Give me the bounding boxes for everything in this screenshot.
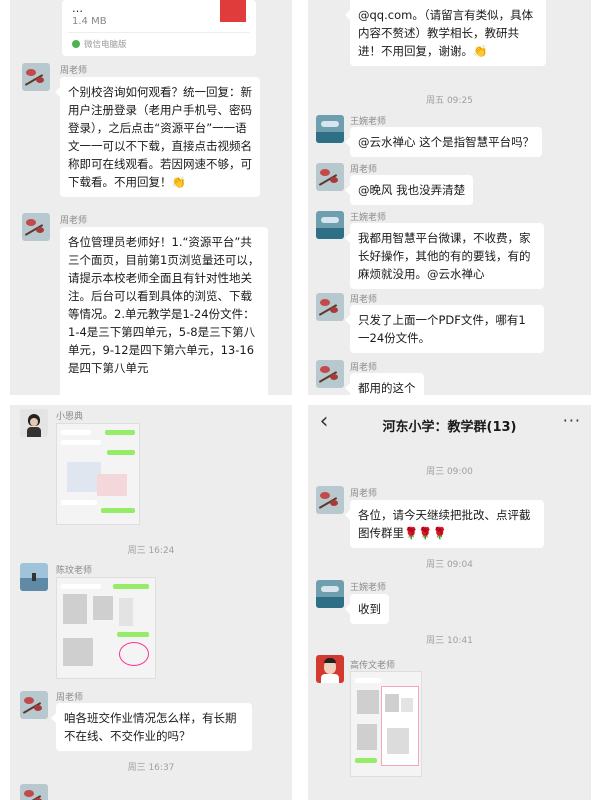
avatar-wangwan[interactable] bbox=[316, 580, 344, 608]
avatar-zhou[interactable] bbox=[316, 486, 344, 514]
chat-panel-1: … 1.4 MB 微信电脑版 周老师 个别校咨询如何观看？统一回复：新用户注册登… bbox=[10, 0, 292, 395]
avatar-wangwan[interactable] bbox=[316, 115, 344, 143]
message-bubble[interactable]: @晚风 我也没弄清楚 bbox=[344, 175, 474, 205]
timestamp: 周三 09:00 bbox=[426, 467, 473, 477]
chat-title: 河东小学：教学群(13) bbox=[382, 420, 517, 435]
message-bubble[interactable]: 咱各班交作业情况怎么样，有长期不在线、不交作业的吗？ bbox=[51, 703, 252, 751]
chat-header: ‹ 河东小学：教学群(13) ··· bbox=[308, 405, 591, 443]
avatar-chenwen[interactable] bbox=[20, 563, 48, 591]
avatar-xiaoendian[interactable] bbox=[20, 409, 48, 437]
message-bubble[interactable]: @云水禅心 这个是指智慧平台吗？ bbox=[344, 127, 543, 157]
image-message[interactable] bbox=[350, 671, 422, 777]
file-size: 1.4 MB bbox=[72, 16, 107, 27]
sender-name: 周老师 bbox=[350, 489, 378, 499]
sender-name: 王婉老师 bbox=[350, 213, 387, 223]
sender-name: 周老师 bbox=[60, 216, 88, 226]
timestamp: 周三 16:37 bbox=[127, 763, 175, 773]
chat-panel-3: 小恩典 周三 16:24 陈玟老师 周老师 咱各班交作业情况怎么样，有长期不在线… bbox=[10, 405, 292, 800]
message-bubble[interactable]: 只发了上面一个PDF文件，哪有1一24份文件。 bbox=[345, 305, 544, 353]
avatar-zhou[interactable] bbox=[20, 691, 48, 719]
sender-name: 王婉老师 bbox=[350, 583, 387, 593]
timestamp: 周五 09:25 bbox=[426, 96, 473, 106]
wechat-pc-icon bbox=[72, 40, 80, 48]
avatar-zhou[interactable] bbox=[316, 163, 344, 191]
timestamp: 周三 16:24 bbox=[127, 546, 175, 556]
image-message[interactable] bbox=[56, 423, 140, 525]
avatar-zhou[interactable] bbox=[316, 293, 344, 321]
avatar-zhou[interactable] bbox=[20, 784, 48, 800]
avatar-zhou[interactable] bbox=[316, 360, 344, 388]
message-bubble[interactable]: 都用的这个 bbox=[345, 373, 424, 395]
file-source: 微信电脑版 bbox=[84, 40, 127, 50]
chat-panel-2: @qq.com。（请留言有类似，具体内容不赘述）教学相长，教研共进！不用回复，谢… bbox=[308, 0, 591, 395]
message-bubble[interactable]: 各位管理员老师好！1.“资源平台”共三个面页，目前第1页浏览量还可以，请提示本校… bbox=[60, 227, 268, 395]
sender-name: 周老师 bbox=[60, 66, 88, 76]
file-message-card[interactable]: … 1.4 MB 微信电脑版 bbox=[62, 0, 256, 56]
sender-name: 陈玟老师 bbox=[56, 566, 93, 576]
sender-name: 周老师 bbox=[350, 295, 378, 305]
avatar-gaochuanwen[interactable] bbox=[316, 655, 344, 683]
avatar-wangwan[interactable] bbox=[316, 211, 344, 239]
message-bubble[interactable]: 收到 bbox=[345, 594, 389, 624]
file-title: … bbox=[72, 2, 83, 15]
more-icon[interactable]: ··· bbox=[563, 411, 581, 430]
avatar-zhou[interactable] bbox=[22, 213, 50, 241]
sender-name: 周老师 bbox=[350, 363, 378, 373]
sender-name: 小恩典 bbox=[56, 412, 84, 422]
sender-name: 王婉老师 bbox=[350, 117, 387, 127]
chevron-left-icon[interactable]: ‹ bbox=[314, 411, 334, 435]
message-bubble[interactable]: 我都用智慧平台微课，不收费，家长好操作，其他的有的要钱，有的麻烦就没用。@云水禅… bbox=[345, 223, 544, 289]
pdf-file-icon bbox=[220, 0, 246, 22]
message-bubble[interactable]: @qq.com。（请留言有类似，具体内容不赘述）教学相长，教研共进！不用回复，谢… bbox=[345, 0, 546, 66]
chat-panel-4: ‹ 河东小学：教学群(13) ··· 周三 09:00 周老师 各位，请今天继续… bbox=[308, 405, 591, 800]
sender-name: 高传文老师 bbox=[350, 661, 396, 671]
card-divider bbox=[68, 32, 250, 33]
avatar-zhou[interactable] bbox=[22, 63, 50, 91]
image-message[interactable] bbox=[56, 577, 156, 679]
sender-name: 周老师 bbox=[56, 693, 84, 703]
timestamp: 周三 10:41 bbox=[426, 636, 473, 646]
timestamp: 周三 09:04 bbox=[426, 560, 473, 570]
sender-name: 周老师 bbox=[350, 165, 378, 175]
message-bubble[interactable]: 个别校咨询如何观看？统一回复：新用户注册登录（老用户手机号、密码登录），之后点击… bbox=[55, 77, 260, 197]
message-bubble[interactable]: 各位，请今天继续把批改、点评截图传群里🌹🌹🌹 bbox=[345, 500, 544, 548]
